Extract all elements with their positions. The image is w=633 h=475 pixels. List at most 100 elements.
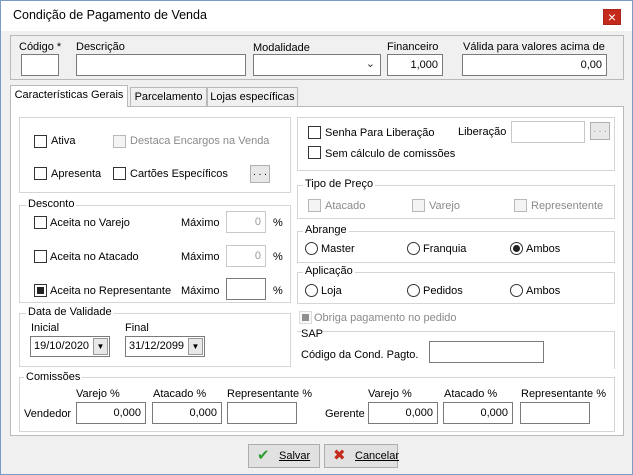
desconto-title: Desconto: [26, 198, 77, 210]
close-button[interactable]: ×: [603, 9, 621, 25]
obriga-pagamento-checkbox[interactable]: [299, 311, 312, 324]
abrange-master-radio[interactable]: [305, 242, 318, 255]
abrange-franquia-radio[interactable]: [407, 242, 420, 255]
gerente-representante-header: Representante %: [521, 388, 606, 400]
gerente-atacado-header: Atacado %: [444, 388, 498, 400]
ativa-checkbox[interactable]: [34, 135, 47, 148]
aplicacao-title: Aplicação: [303, 265, 355, 277]
tipo-varejo-checkbox[interactable]: [412, 199, 425, 212]
descricao-input[interactable]: [76, 54, 246, 76]
sap-codigo-input[interactable]: [429, 341, 544, 363]
aplicacao-pedidos-radio[interactable]: [407, 284, 420, 297]
sap-group: SAP Código da Cond. Pagto.: [297, 328, 615, 369]
inicial-date-picker[interactable]: 19/10/2020 ▼: [30, 336, 110, 357]
valida-input[interactable]: 0,00: [462, 54, 607, 76]
comissoes-title: Comissões: [24, 371, 83, 383]
abrange-title: Abrange: [303, 224, 349, 236]
valida-label: Válida para valores acima de: [463, 41, 605, 53]
cancelar-button[interactable]: ✖ Cancelar: [324, 444, 400, 468]
vendedor-atacado-header: Atacado %: [153, 388, 207, 400]
maximo-representante-label: Máximo: [181, 285, 220, 297]
abrange-ambos-radio[interactable]: [510, 242, 523, 255]
gerente-representante-input[interactable]: [520, 402, 590, 424]
salvar-label: Salvar: [279, 450, 311, 462]
ativa-label: Ativa: [51, 135, 76, 147]
vendedor-atacado-input[interactable]: 0,000: [152, 402, 222, 424]
apresenta-label: Apresenta: [51, 168, 102, 180]
destaca-encargos-checkbox[interactable]: [113, 135, 126, 148]
gerente-label: Gerente: [325, 408, 365, 420]
window-title: Condição de Pagamento de Venda: [13, 8, 207, 22]
modalidade-select[interactable]: ⌄: [253, 54, 381, 76]
calendar-dropdown-icon[interactable]: ▼: [188, 338, 203, 355]
aceita-varejo-label: Aceita no Varejo: [50, 217, 130, 229]
codigo-input[interactable]: [21, 54, 59, 76]
cartoes-especificos-label: Cartões Específicos: [130, 168, 228, 180]
percent-atacado: %: [273, 251, 283, 263]
sem-calculo-label: Sem cálculo de comissões: [325, 148, 456, 160]
tipo-atacado-label: Atacado: [325, 200, 366, 212]
gerente-varejo-input[interactable]: 0,000: [368, 402, 438, 424]
senha-liberacao-label: Senha Para Liberação: [325, 127, 435, 139]
vendedor-representante-input[interactable]: [227, 402, 297, 424]
close-icon: ×: [607, 9, 617, 25]
check-icon: ✔: [257, 447, 270, 464]
senha-liberacao-checkbox[interactable]: [308, 126, 321, 139]
tipo-representente-checkbox[interactable]: [514, 199, 527, 212]
dialog-window: Condição de Pagamento de Venda × Código …: [0, 0, 633, 475]
sem-calculo-checkbox[interactable]: [308, 146, 321, 159]
modalidade-label: Modalidade: [253, 42, 310, 54]
aceita-varejo-checkbox[interactable]: [34, 216, 47, 229]
apresenta-checkbox[interactable]: [34, 167, 47, 180]
aplicacao-loja-radio[interactable]: [305, 284, 318, 297]
tipo-varejo-label: Varejo: [429, 200, 460, 212]
chevron-down-icon: ⌄: [365, 58, 375, 70]
sap-codigo-label: Código da Cond. Pagto.: [301, 349, 419, 361]
cartoes-browse-button[interactable]: . . .: [250, 165, 270, 183]
aceita-atacado-checkbox[interactable]: [34, 250, 47, 263]
tipo-representente-label: Representente: [531, 200, 604, 212]
maximo-varejo-label: Máximo: [181, 217, 220, 229]
data-validade-group: Data de Validade Inicial 19/10/2020 ▼ Fi…: [19, 306, 291, 367]
tab-lojas-especificas[interactable]: Lojas específicas: [207, 87, 298, 107]
liberacao-input[interactable]: [511, 121, 585, 143]
financeiro-label: Financeiro: [387, 41, 439, 53]
tab-caracteristicas-gerais[interactable]: Características Gerais: [10, 85, 128, 107]
tipo-atacado-checkbox[interactable]: [308, 199, 321, 212]
gerente-atacado-input[interactable]: 0,000: [443, 402, 513, 424]
final-date-picker[interactable]: 31/12/2099 ▼: [125, 336, 205, 357]
aceita-representante-label: Aceita no Representante: [50, 285, 172, 297]
inicial-label: Inicial: [31, 322, 60, 334]
aplicacao-loja-label: Loja: [321, 285, 342, 297]
cartoes-especificos-checkbox[interactable]: [113, 167, 126, 180]
liberacao-label: Liberação: [458, 126, 507, 138]
destaca-encargos-label: Destaca Encargos na Venda: [130, 135, 270, 147]
tab-parcelamento[interactable]: Parcelamento: [130, 87, 207, 107]
button-bar: ✔ Salvar ✖ Cancelar: [10, 438, 624, 471]
percent-representante: %: [273, 285, 283, 297]
aplicacao-ambos-radio[interactable]: [510, 284, 523, 297]
tipo-preco-group: Tipo de Preço Atacado Varejo Representen…: [297, 178, 615, 219]
percent-varejo: %: [273, 217, 283, 229]
salvar-button[interactable]: ✔ Salvar: [248, 444, 320, 468]
obriga-pagamento-label: Obriga pagamento no pedido: [314, 312, 457, 324]
gerente-varejo-header: Varejo %: [368, 388, 412, 400]
codigo-label: Código *: [19, 41, 62, 53]
calendar-dropdown-icon[interactable]: ▼: [93, 338, 108, 355]
aplicacao-pedidos-label: Pedidos: [423, 285, 463, 297]
abrange-group: Abrange Master Franquia Ambos: [297, 224, 615, 263]
liberacao-browse-button[interactable]: . . .: [590, 122, 610, 140]
aceita-representante-checkbox[interactable]: [34, 284, 47, 297]
financeiro-input[interactable]: 1,000: [387, 54, 443, 76]
maximo-representante-input[interactable]: [226, 278, 266, 300]
general-options-group: Ativa Destaca Encargos na Venda Apresent…: [19, 117, 291, 193]
cancelar-label: Cancelar: [355, 450, 400, 462]
maximo-atacado-input[interactable]: 0: [226, 245, 266, 267]
final-date-value: 31/12/2099: [129, 340, 185, 352]
vendedor-varejo-input[interactable]: 0,000: [76, 402, 146, 424]
desconto-group: Desconto Aceita no Varejo Máximo 0 % Ace…: [19, 198, 291, 303]
aplicacao-ambos-label: Ambos: [526, 285, 561, 297]
descricao-label: Descrição: [76, 41, 125, 53]
maximo-varejo-input[interactable]: 0: [226, 211, 266, 233]
aceita-atacado-label: Aceita no Atacado: [50, 251, 139, 263]
